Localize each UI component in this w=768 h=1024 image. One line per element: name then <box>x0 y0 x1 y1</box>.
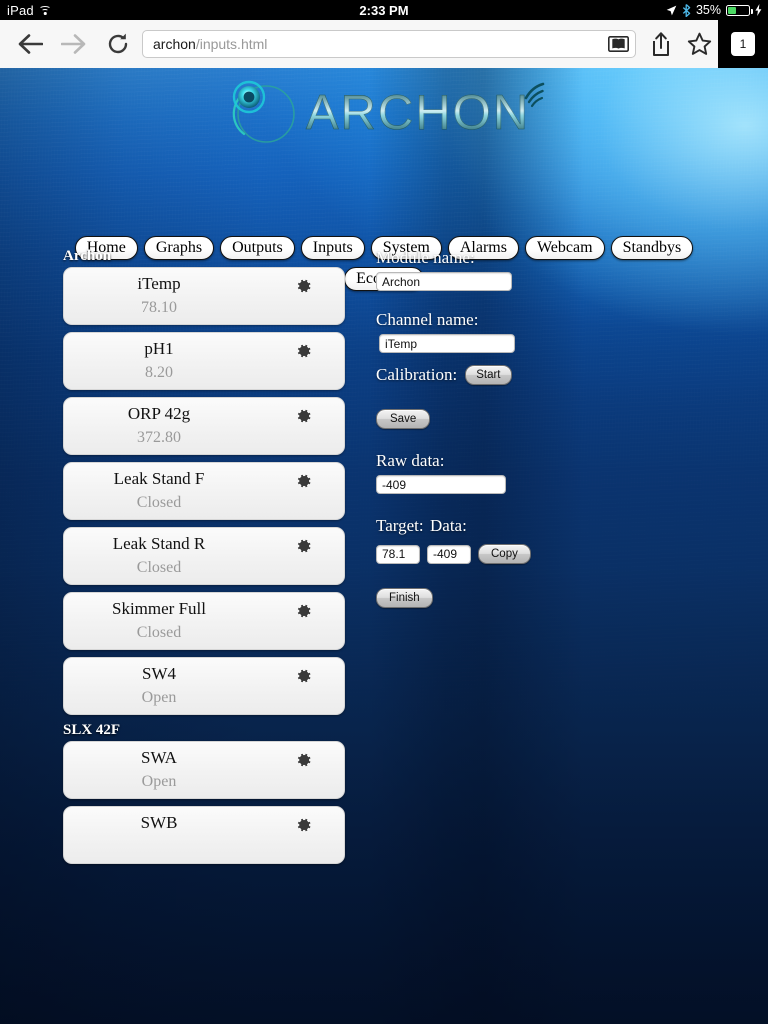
group-header-archon: Archon <box>63 248 112 264</box>
gear-icon[interactable] <box>294 751 312 769</box>
gear-icon[interactable] <box>294 277 312 295</box>
target-label: Target: <box>376 516 424 535</box>
channel-name: ORP 42g <box>127 404 191 423</box>
calibration-start-button[interactable]: Start <box>465 365 512 385</box>
forward-button[interactable] <box>52 22 96 66</box>
channel-value: 8.20 <box>145 364 173 381</box>
bluetooth-icon <box>682 3 691 17</box>
url-host: archon <box>153 36 196 52</box>
channel-row-ph1[interactable]: pH1 8.20 <box>63 332 345 390</box>
signal-arc-icon <box>524 82 545 108</box>
channel-value: 372.80 <box>137 429 181 446</box>
channel-name: Leak Stand F <box>113 469 205 488</box>
gear-icon[interactable] <box>294 537 312 555</box>
channel-row-itemp[interactable]: iTemp 78.10 <box>63 267 345 325</box>
url-path: /inputs.html <box>195 36 268 52</box>
status-bar-right: 35% <box>666 3 762 17</box>
gear-icon[interactable] <box>294 816 312 834</box>
channel-value: Closed <box>136 494 182 511</box>
reload-button[interactable] <box>96 22 140 66</box>
site-header: ARCHON <box>0 76 768 150</box>
finish-row: Finish <box>376 588 736 608</box>
finish-button[interactable]: Finish <box>376 588 433 608</box>
raw-data-label: Raw data: <box>376 451 445 470</box>
channel-name-label: Channel name: <box>376 310 479 329</box>
gear-icon[interactable] <box>294 407 312 425</box>
target-data-inputs: 78.1 -409 Copy <box>376 544 736 564</box>
reload-icon <box>108 33 128 54</box>
channel-name-input[interactable]: iTemp <box>379 334 515 353</box>
channel-row-leak-stand-f[interactable]: Leak Stand F Closed <box>63 462 345 520</box>
module-name-input[interactable]: Archon <box>376 272 512 291</box>
save-row: Save <box>376 409 736 429</box>
group-header-slx-42f: SLX 42F <box>63 722 121 738</box>
forward-arrow-icon <box>61 34 86 54</box>
battery-percent-label: 35% <box>695 3 721 17</box>
raw-data-input[interactable]: -409 <box>376 475 506 494</box>
battery-icon <box>726 4 753 16</box>
channel-value: 78.10 <box>141 299 177 316</box>
target-data-labels: Target: Data: <box>376 516 736 540</box>
channel-value: Open <box>141 689 177 706</box>
target-data-block: Target: Data: 78.1 -409 Copy <box>376 516 736 564</box>
module-name-label: Module name: <box>376 248 475 267</box>
url-address-bar[interactable]: archon/inputs.html <box>142 30 636 58</box>
archon-swirl-icon <box>232 80 295 143</box>
calibration-label: Calibration: <box>376 365 458 384</box>
back-button[interactable] <box>8 22 52 66</box>
channel-row-swb[interactable]: SWB <box>63 806 345 864</box>
ios-status-bar: iPad 2:33 PM 35% <box>0 0 768 20</box>
channel-list-panel: Archon iTemp 78.10 pH1 8.20 ORP 42g 372.… <box>63 248 345 871</box>
channel-name: pH1 <box>144 339 174 358</box>
channel-value: Closed <box>136 559 182 576</box>
raw-data-block: Raw data: -409 <box>376 451 736 494</box>
archon-logo: ARCHON <box>222 72 546 154</box>
location-arrow-icon <box>666 5 677 15</box>
lightning-bolt-icon <box>755 4 762 16</box>
channel-value: Closed <box>136 624 182 641</box>
url-text: archon/inputs.html <box>153 36 607 52</box>
calibration-row: Calibration: Start <box>376 365 736 385</box>
share-button[interactable] <box>642 22 680 66</box>
tabs-button[interactable]: 1 <box>718 20 768 68</box>
gear-icon[interactable] <box>294 472 312 490</box>
channel-name: SW4 <box>142 664 176 683</box>
tab-count-badge: 1 <box>731 32 755 56</box>
bookmark-button[interactable] <box>680 22 718 66</box>
target-input[interactable]: 78.1 <box>376 544 420 564</box>
status-bar-clock: 2:33 PM <box>359 2 409 18</box>
channel-value: Open <box>141 773 177 790</box>
copy-button[interactable]: Copy <box>478 544 531 564</box>
data-label: Data: <box>430 516 467 535</box>
channel-row-swa[interactable]: SWA Open <box>63 741 345 799</box>
safari-toolbar: archon/inputs.html 1 <box>0 20 768 68</box>
gear-icon[interactable] <box>294 602 312 620</box>
share-icon <box>653 32 669 56</box>
channel-name: SWB <box>140 813 178 832</box>
reader-view-icon[interactable] <box>607 35 629 53</box>
channel-row-sw4[interactable]: SW4 Open <box>63 657 345 715</box>
bookmark-star-icon <box>687 32 711 55</box>
channel-name: Skimmer Full <box>112 599 206 618</box>
channel-row-orp-42g[interactable]: ORP 42g 372.80 <box>63 397 345 455</box>
channel-row-leak-stand-r[interactable]: Leak Stand R Closed <box>63 527 345 585</box>
channel-name: Leak Stand R <box>112 534 206 553</box>
channel-row-skimmer-full[interactable]: Skimmer Full Closed <box>63 592 345 650</box>
gear-icon[interactable] <box>294 342 312 360</box>
channel-detail-form: Module name: Archon Channel name: iTemp … <box>376 248 736 608</box>
web-page-viewport: ARCHON Home Graphs Outputs Inputs System <box>0 68 768 1024</box>
channel-name: SWA <box>141 748 177 767</box>
gear-icon[interactable] <box>294 667 312 685</box>
ipad-safari-screenshot: iPad 2:33 PM 35% archon/inputs.html 1 AR… <box>0 0 768 1024</box>
save-button[interactable]: Save <box>376 409 431 429</box>
back-arrow-icon <box>18 34 43 54</box>
channel-name: iTemp <box>137 274 181 293</box>
archon-logo-text: ARCHON <box>305 86 531 141</box>
data-input[interactable]: -409 <box>427 544 471 564</box>
